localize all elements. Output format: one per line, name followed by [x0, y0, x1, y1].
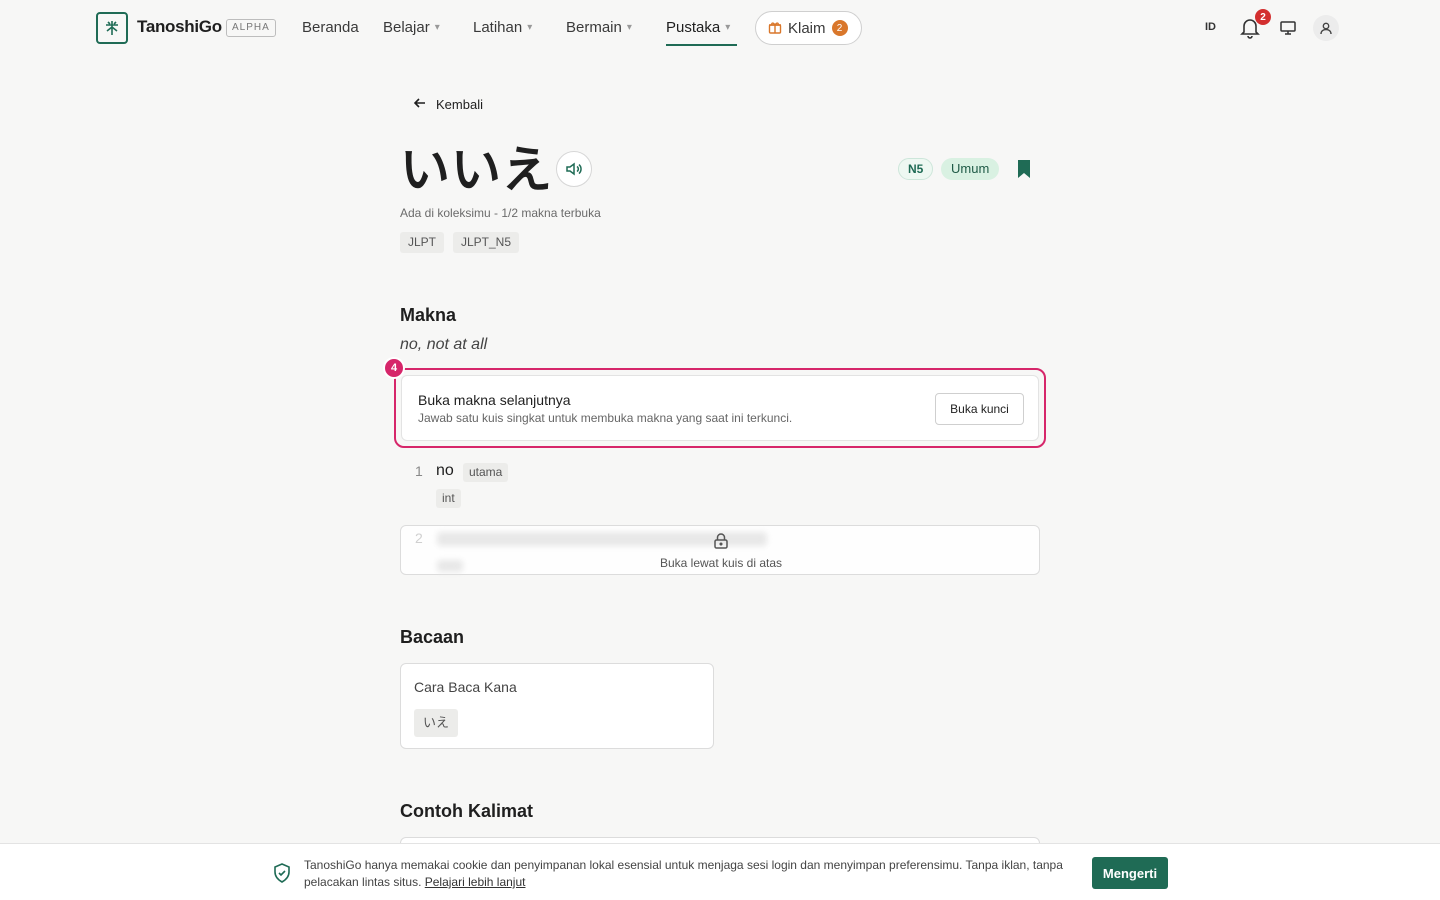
chevron-down-icon: ▾: [725, 22, 731, 33]
step-marker: 4: [383, 357, 405, 379]
speaker-icon[interactable]: [556, 151, 592, 187]
alpha-badge: ALPHA: [226, 19, 276, 37]
meaning-heading: Makna: [400, 305, 457, 325]
chevron-down-icon: ▾: [527, 22, 533, 33]
active-nav-underline: [666, 44, 737, 46]
tag-chip: JLPT: [400, 232, 445, 253]
highlight-frame: [394, 368, 1046, 448]
chevron-down-icon: ▾: [434, 22, 440, 33]
language-switch[interactable]: ID: [1205, 21, 1216, 33]
notification-count-badge: 2: [1255, 9, 1271, 25]
word-title: いいえ: [400, 142, 553, 198]
meaning-summary: no, not at all: [400, 336, 488, 353]
meaning-number: 1: [415, 463, 423, 479]
nav-link-beranda[interactable]: Beranda: [302, 19, 359, 36]
brand-name[interactable]: TanoshiGo: [137, 17, 222, 37]
back-link[interactable]: Kembali: [413, 96, 483, 113]
reading-label: Cara Baca Kana: [414, 679, 517, 695]
accept-cookie-button[interactable]: Mengerti: [1092, 857, 1168, 889]
claim-count-badge: 2: [831, 20, 848, 36]
locked-hint: Buka lewat kuis di atas: [659, 556, 783, 570]
part-of-speech-chip: int: [436, 489, 461, 508]
tag-chip: JLPT_N5: [453, 232, 520, 253]
category-badge: Umum: [941, 158, 1000, 180]
reading-heading: Bacaan: [400, 627, 465, 647]
nav-link-belajar[interactable]: Belajar ▾: [383, 19, 440, 36]
jlpt-level-badge: N5: [898, 158, 934, 180]
shield-check-icon: [273, 863, 291, 883]
top-navigation: TanoshiGo ALPHA Beranda Belajar ▾ Latiha…: [0, 0, 1440, 56]
claim-label: Klaim: [788, 19, 826, 37]
nav-link-bermain[interactable]: Bermain ▾: [566, 19, 632, 36]
reading-card: Cara Baca Kana いえ: [400, 663, 714, 749]
claim-button[interactable]: Klaim 2: [755, 11, 862, 45]
collection-status: Ada di koleksimu - 1/2 makna terbuka: [400, 206, 601, 220]
nav-link-pustaka[interactable]: Pustaka ▾: [666, 19, 730, 36]
kana-reading-chip: いえ: [414, 709, 459, 737]
cookie-banner: TanoshiGo hanya memakai cookie dan penyi…: [0, 843, 1440, 900]
user-icon[interactable]: [1313, 15, 1339, 41]
lock-icon: [712, 532, 730, 550]
meaning-number: 2: [415, 530, 423, 546]
cookie-notice: TanoshiGo hanya memakai cookie dan penyi…: [304, 858, 1063, 889]
primary-label-chip: utama: [463, 463, 509, 482]
learn-more-link[interactable]: Pelajari lebih lanjut: [425, 875, 526, 889]
nav-link-latihan[interactable]: Latihan ▾: [473, 19, 532, 36]
meaning-word: no: [436, 462, 454, 479]
gift-icon: [768, 20, 782, 37]
app-logo-icon[interactable]: [96, 12, 128, 44]
bookmark-icon[interactable]: [1016, 159, 1032, 179]
chevron-down-icon: ▾: [626, 22, 632, 33]
examples-heading: Contoh Kalimat: [400, 801, 533, 821]
arrow-left-icon: [413, 96, 427, 113]
locked-meaning-card[interactable]: 2 Buka lewat kuis di atas: [400, 525, 1040, 575]
monitor-icon[interactable]: [1279, 19, 1297, 37]
